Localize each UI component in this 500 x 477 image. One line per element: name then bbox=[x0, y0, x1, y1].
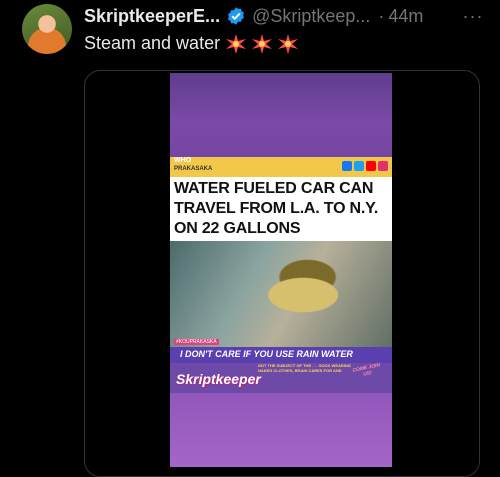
tweet-body: Steam and water bbox=[84, 33, 221, 53]
display-name[interactable]: SkriptkeeperE... bbox=[84, 6, 220, 27]
video-subtitle: I DON'T CARE IF YOU USE RAIN WATER bbox=[180, 349, 353, 359]
banner-who: WHO bbox=[174, 157, 192, 164]
collision-icon bbox=[252, 33, 273, 54]
facebook-icon bbox=[342, 161, 352, 171]
video-frame[interactable]: WHO PRAKASAKA WATER FUELED CAR CAN TRAVE… bbox=[170, 73, 392, 467]
collision-icon bbox=[278, 33, 299, 54]
timestamp[interactable]: 44m bbox=[388, 6, 423, 27]
handle[interactable]: @Skriptkeep... bbox=[252, 6, 370, 27]
avatar[interactable] bbox=[22, 4, 72, 54]
verified-badge-icon bbox=[228, 7, 244, 25]
tweet-header: SkriptkeeperE... @Skriptkeep... · 44m ··… bbox=[84, 4, 486, 28]
fine-print: NOT THE SUBJECT OF THE . . . SOCK WEARIN… bbox=[258, 363, 351, 373]
separator-dot: · bbox=[378, 5, 385, 26]
video-hashtag: #KOUPRAKASKA bbox=[174, 339, 219, 345]
tweet-text: Steam and water bbox=[84, 33, 299, 54]
youtube-icon bbox=[366, 161, 376, 171]
more-options-icon[interactable]: ··· bbox=[460, 4, 486, 28]
brand-watermark: Skriptkeeper bbox=[176, 371, 261, 387]
twitter-icon bbox=[354, 161, 364, 171]
video-headline: WATER FUELED CAR CAN TRAVEL FROM L.A. TO… bbox=[170, 177, 392, 241]
media-container[interactable]: WHO PRAKASAKA WATER FUELED CAR CAN TRAVE… bbox=[84, 70, 480, 477]
social-icons bbox=[342, 161, 388, 171]
collision-icon bbox=[226, 33, 247, 54]
instagram-icon bbox=[378, 161, 388, 171]
banner-sub: PRAKASAKA bbox=[174, 166, 213, 172]
